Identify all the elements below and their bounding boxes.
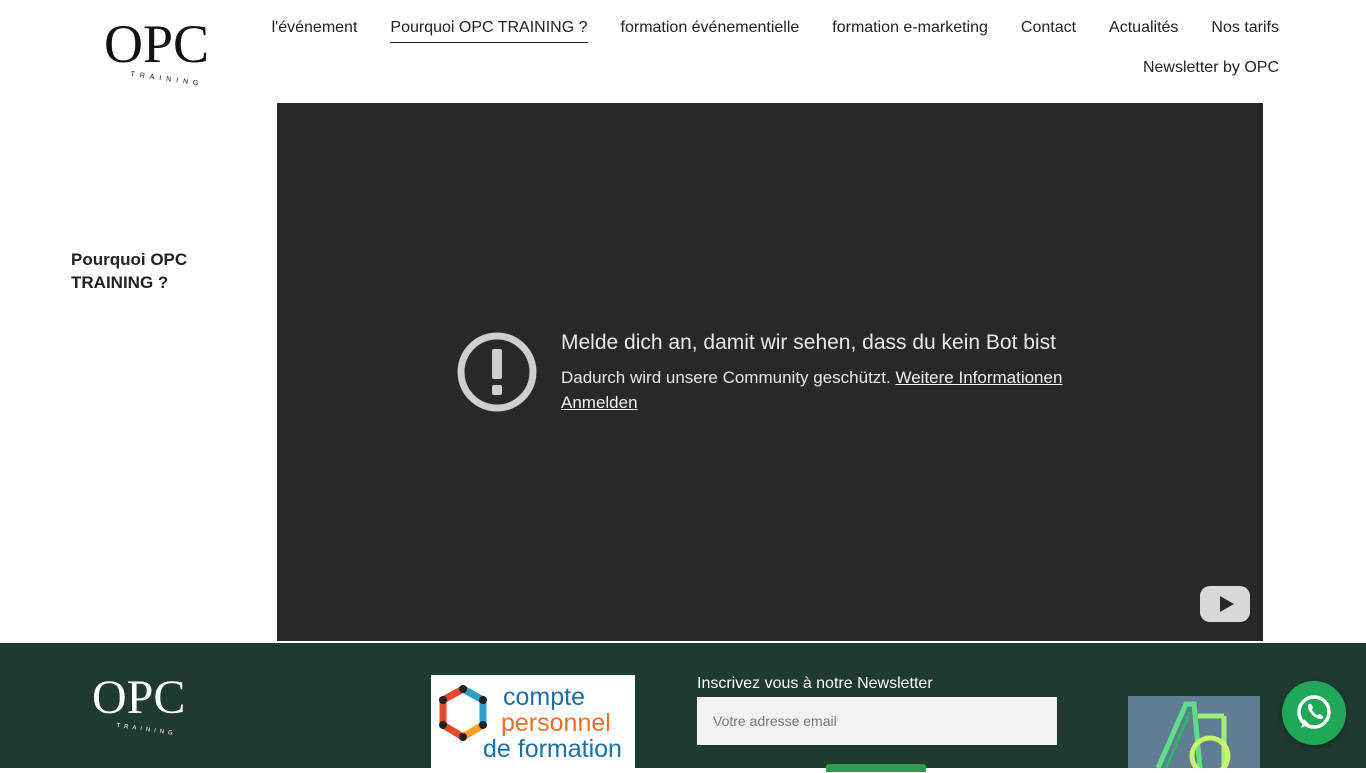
video-embed[interactable]: Melde dich an, damit wir sehen, dass du … xyxy=(277,103,1263,641)
message-title: Melde dich an, damit wir sehen, dass du … xyxy=(561,331,1056,354)
youtube-icon[interactable] xyxy=(1199,585,1251,623)
sign-in-message: Melde dich an, damit wir sehen, dass du … xyxy=(561,329,1161,415)
nav-item-l-evenement[interactable]: l'événement xyxy=(272,17,358,42)
nav-item-nos-tarifs[interactable]: Nos tarifs xyxy=(1211,17,1279,42)
nav-item-actualites[interactable]: Actualités xyxy=(1109,17,1178,42)
sign-in-link[interactable]: Anmelden xyxy=(561,393,638,412)
svg-text:TRAINING: TRAINING xyxy=(116,723,177,737)
newsletter-label: Inscrivez vous à notre Newsletter xyxy=(697,675,933,692)
more-info-link[interactable]: Weitere Informationen xyxy=(895,368,1062,387)
svg-text:compte: compte xyxy=(503,683,585,711)
whatsapp-icon xyxy=(1297,695,1331,729)
svg-text:OPC: OPC xyxy=(92,671,185,724)
cpf-logo: compte personnel de formation xyxy=(431,675,635,768)
alert-icon xyxy=(457,332,537,412)
partner-badge-logo xyxy=(1128,696,1260,768)
svg-text:OPC: OPC xyxy=(104,14,209,74)
footer-logo[interactable]: OPC TRAINING xyxy=(90,661,206,741)
svg-text:de formation: de formation xyxy=(483,735,622,763)
site-footer: OPC TRAINING compte personnel de formati… xyxy=(0,643,1366,772)
svg-text:personnel: personnel xyxy=(501,709,611,737)
page-title: Pourquoi OPC TRAINING ? xyxy=(71,250,188,292)
main-navigation: l'événement Pourquoi OPC TRAINING ? format… xyxy=(259,17,1279,97)
nav-item-newsletter-by-opc[interactable]: Newsletter by OPC xyxy=(1143,57,1279,82)
nav-item-formation-evenementielle[interactable]: formation événementielle xyxy=(621,17,800,42)
whatsapp-chat-button[interactable] xyxy=(1282,681,1346,745)
site-header: OPC TRAINING l'événement Pourquoi OPC TRA… xyxy=(0,0,1366,100)
nav-row-secondary: Newsletter by OPC xyxy=(259,57,1279,97)
newsletter-email-input[interactable] xyxy=(697,697,1057,745)
newsletter-submit-button[interactable] xyxy=(826,764,926,772)
nav-row-primary: l'événement Pourquoi OPC TRAINING ? format… xyxy=(259,17,1279,57)
nav-item-contact[interactable]: Contact xyxy=(1021,17,1076,42)
message-body: Dadurch wird unsere Community geschützt.… xyxy=(561,368,1063,387)
nav-item-formation-e-marketing[interactable]: formation e-marketing xyxy=(832,17,988,42)
nav-item-pourquoi-opc-training[interactable]: Pourquoi OPC TRAINING ? xyxy=(390,17,588,43)
opc-training-logo[interactable]: OPC TRAINING xyxy=(100,4,226,90)
